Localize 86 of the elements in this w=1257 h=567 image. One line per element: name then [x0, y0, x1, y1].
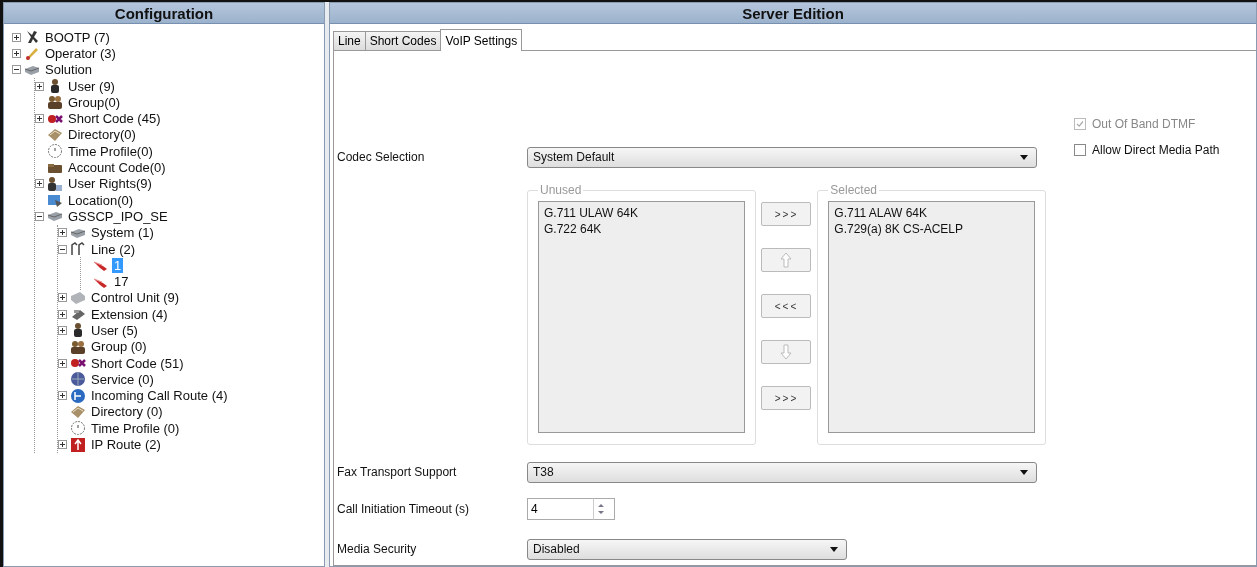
tree-item[interactable]: Short Code (51): [89, 355, 186, 371]
tree-item[interactable]: BOOTP (7): [43, 29, 112, 45]
tree-item[interactable]: Short Code (45): [66, 111, 163, 127]
tab[interactable]: Short Codes: [364, 31, 442, 50]
timeout-field[interactable]: 4: [527, 498, 593, 520]
tree-item[interactable]: User (5): [89, 323, 140, 338]
list-item[interactable]: G.722 64K: [544, 221, 739, 237]
caret-icon: [1020, 154, 1028, 160]
device-icon: [70, 289, 86, 306]
route-icon: [70, 387, 86, 404]
caret-icon: [1020, 469, 1028, 475]
pen-icon: [24, 45, 40, 62]
collapse-toggle[interactable]: [35, 211, 44, 221]
field-label: Media Security: [337, 542, 418, 556]
checkbox-label: Out Of Band DTMF: [1092, 117, 1196, 131]
codec-list[interactable]: G.711 ULAW 64K G.722 64K: [538, 201, 745, 433]
expand-toggle[interactable]: [12, 48, 21, 58]
collapse-toggle[interactable]: [58, 244, 67, 254]
move-button[interactable]: >>>: [761, 202, 812, 226]
tree-item[interactable]: Group (0): [89, 339, 149, 355]
expand-toggle[interactable]: [58, 293, 67, 303]
checkbox[interactable]: [1074, 144, 1086, 156]
tree-item[interactable]: Location(0): [66, 192, 136, 208]
codec-list[interactable]: G.711 ALAW 64K G.729(a) 8K CS-ACELP: [828, 201, 1035, 433]
panel-title: Server Edition: [330, 3, 1256, 24]
list-item[interactable]: G.711 ULAW 64K: [544, 205, 739, 221]
people-icon: [70, 338, 86, 355]
tab[interactable]: VoIP Settings: [440, 29, 523, 51]
arrow-up-icon: [70, 436, 86, 453]
expand-toggle[interactable]: [35, 81, 44, 91]
panel-title: Configuration: [4, 3, 324, 24]
field-label: Call Initiation Timeout (s): [337, 502, 471, 516]
line-icon: [70, 241, 86, 257]
tree-item[interactable]: GSSCP_IPO_SE: [66, 208, 170, 224]
clock-icon: [47, 143, 63, 160]
tree-item[interactable]: System (1): [89, 225, 156, 241]
globe-icon: [70, 371, 86, 388]
expand-toggle[interactable]: [35, 114, 44, 124]
tree-item[interactable]: Incoming Call Route (4): [89, 388, 230, 404]
book-icon: [47, 126, 63, 143]
tree-item[interactable]: Operator (3): [43, 45, 118, 61]
checkbox-label: Allow Direct Media Path: [1092, 143, 1220, 157]
field-label: Fax Transport Support: [337, 465, 458, 479]
collapse-toggle[interactable]: [12, 65, 21, 75]
tab[interactable]: Line: [333, 31, 366, 50]
expand-toggle[interactable]: [58, 228, 67, 238]
tree-item[interactable]: Directory(0): [66, 127, 138, 143]
tree-item[interactable]: Directory (0): [89, 404, 165, 420]
clock-icon: [70, 420, 86, 437]
move-button[interactable]: >>>: [761, 386, 812, 410]
tree-item[interactable]: Time Profile (0): [89, 420, 182, 436]
expand-toggle[interactable]: [58, 440, 67, 450]
tree-item[interactable]: 17: [112, 274, 131, 290]
tree-item[interactable]: Solution: [43, 62, 94, 78]
tree-item[interactable]: Extension (4): [89, 306, 170, 322]
field-label: Codec Selection: [337, 150, 426, 164]
expand-toggle[interactable]: [58, 326, 67, 335]
move-button[interactable]: <<<: [761, 294, 812, 318]
tree-item[interactable]: User Rights(9): [66, 176, 154, 192]
person-lock-icon: [47, 175, 63, 192]
caret-icon: [830, 546, 838, 552]
book-icon: [70, 403, 86, 420]
spin-buttons-icon[interactable]: [593, 498, 615, 520]
people-icon: [47, 94, 63, 111]
media-security-dropdown[interactable]: Disabled: [527, 538, 847, 560]
tree-item[interactable]: Line (2): [89, 241, 138, 257]
tree-item[interactable]: Time Profile(0): [66, 143, 155, 159]
tree-item[interactable]: Group(0): [66, 94, 123, 110]
tree-item[interactable]: User (9): [66, 78, 117, 94]
tree-item[interactable]: Control Unit (9): [89, 290, 182, 306]
tree-item[interactable]: IP Route (2): [89, 437, 163, 453]
arrow-down-icon: [780, 344, 793, 360]
expand-toggle[interactable]: [58, 391, 67, 401]
expand-toggle[interactable]: [58, 358, 67, 368]
tree-item[interactable]: Service (0): [89, 371, 156, 387]
arrow-up-icon: [780, 252, 793, 268]
tree-item[interactable]: Account Code(0): [66, 160, 168, 175]
list-item[interactable]: G.711 ALAW 64K: [834, 205, 1029, 221]
expand-toggle[interactable]: [35, 179, 44, 189]
codec-dropdown[interactable]: System Default: [527, 146, 1037, 168]
fax-dropdown[interactable]: T38: [527, 461, 1037, 483]
group-title: Unused: [539, 183, 583, 197]
list-item[interactable]: G.729(a) 8K CS-ACELP: [834, 221, 1029, 237]
group-title: Selected: [829, 183, 878, 197]
expand-toggle[interactable]: [58, 309, 67, 319]
expand-toggle[interactable]: [12, 32, 21, 42]
